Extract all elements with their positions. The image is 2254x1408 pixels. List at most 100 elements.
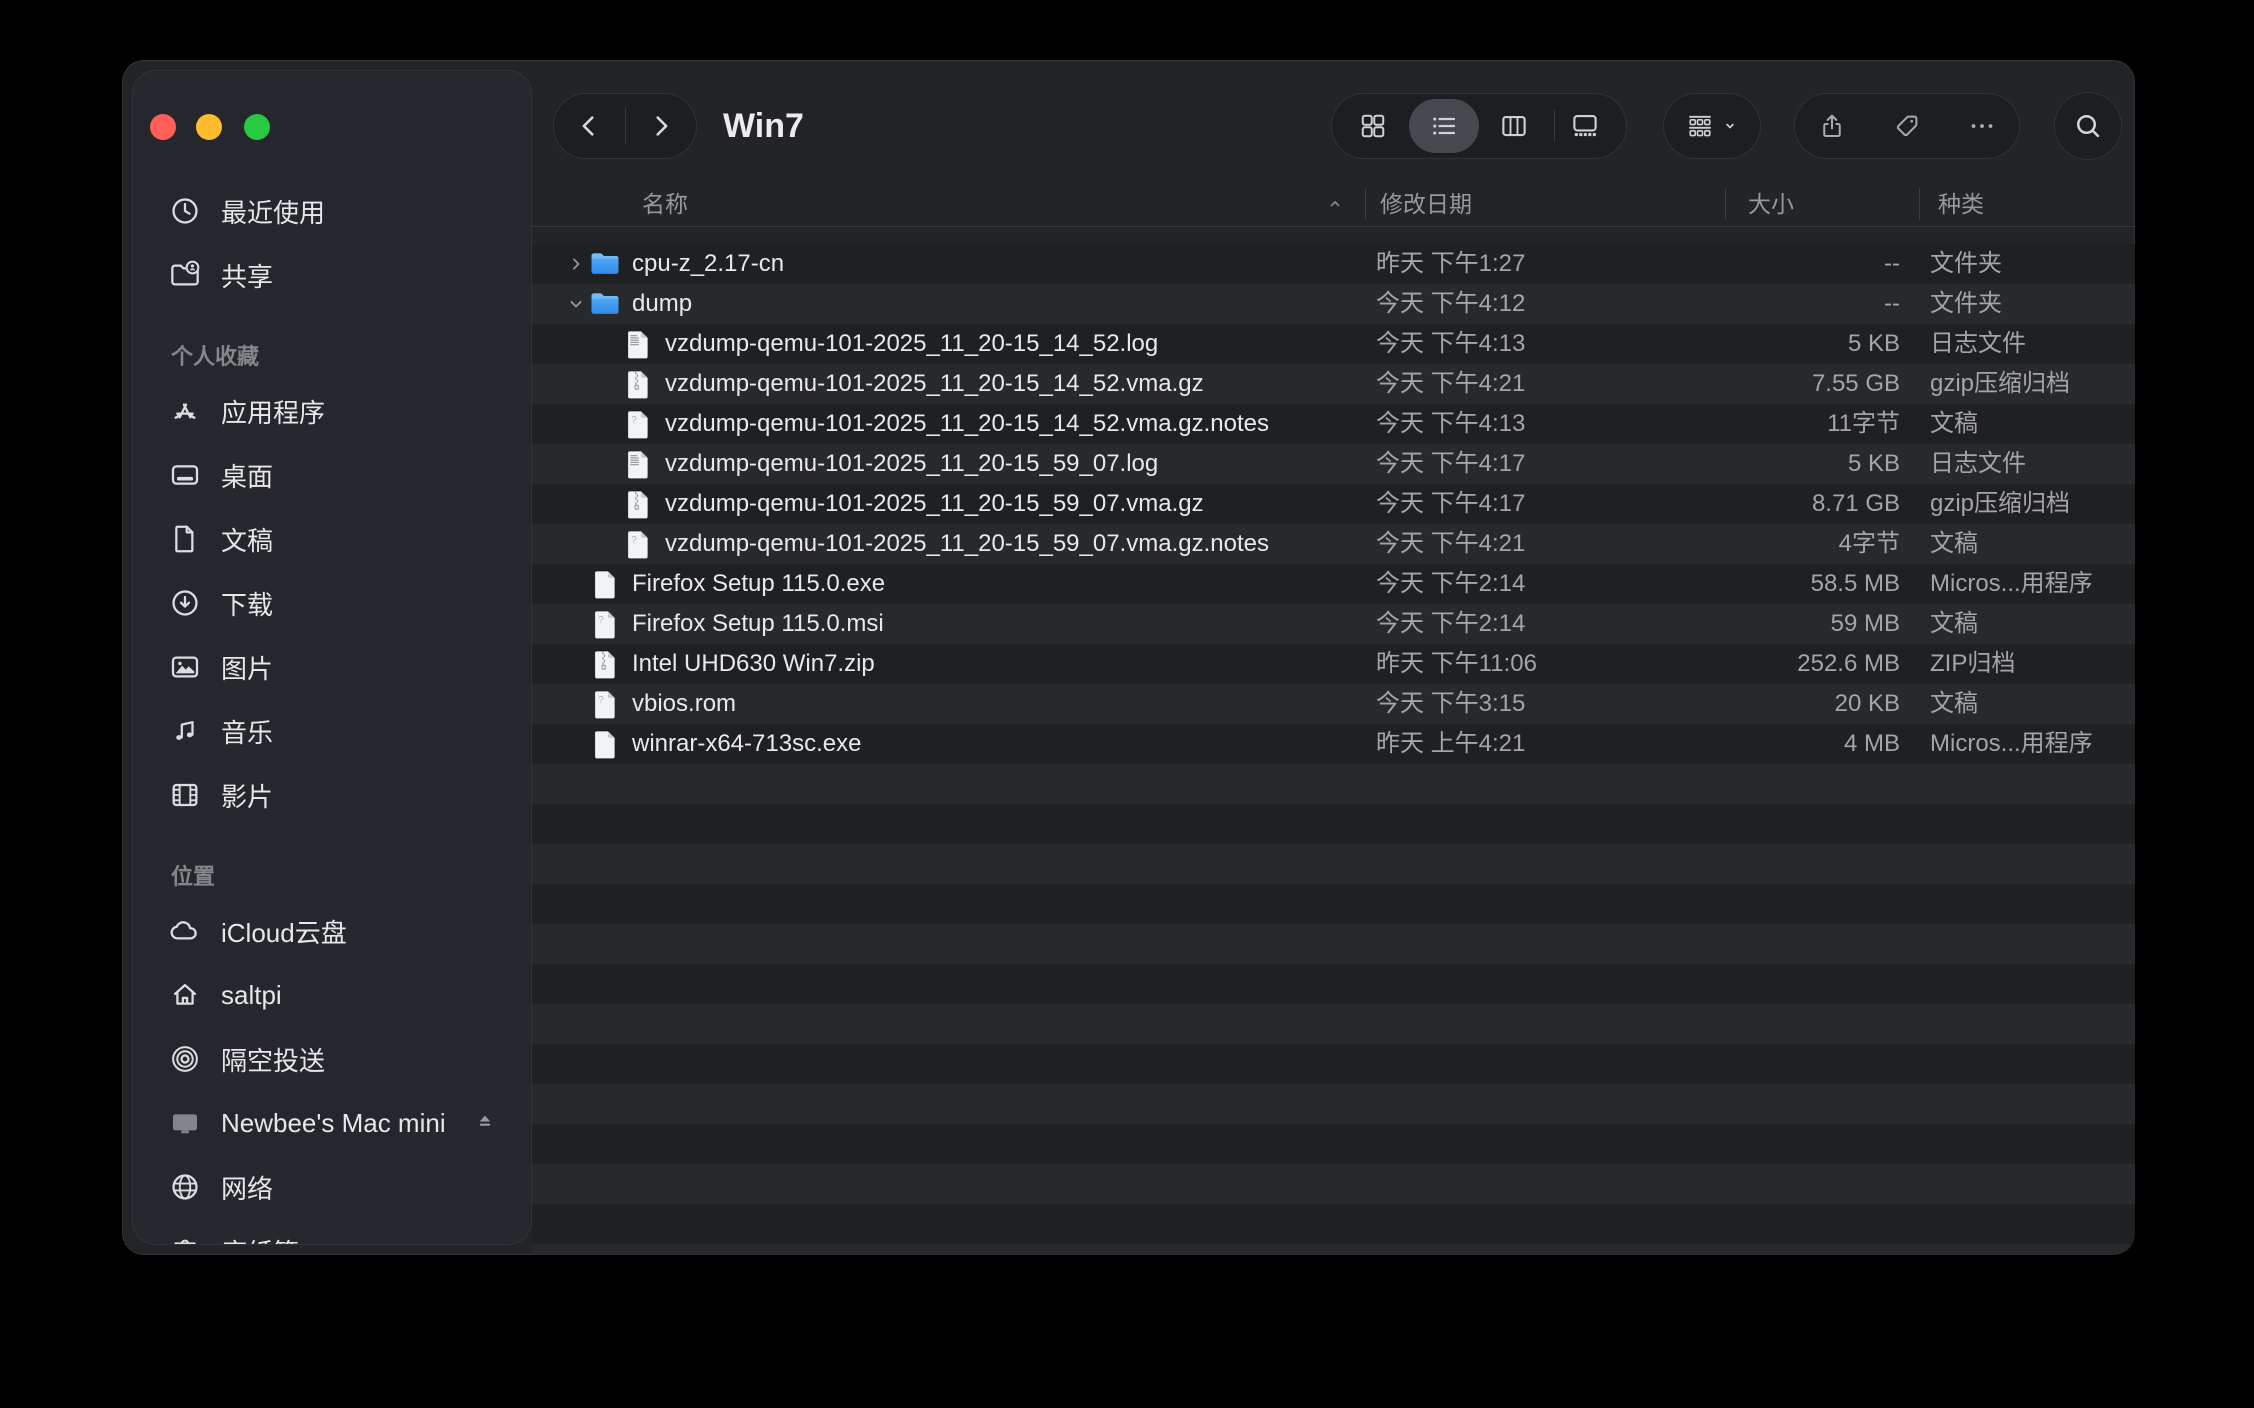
view-segment-grid-view[interactable] [1338,99,1408,153]
chevron-right-icon [647,112,675,140]
file-size: -- [1582,244,1900,284]
column-header-date[interactable]: 修改日期 [1380,182,1472,226]
doc-log-icon [623,449,653,479]
sidebar-item-label: iCloud云盘 [221,913,347,950]
column-header-kind[interactable]: 种类 [1938,182,1984,226]
file-size: 59 MB [1582,604,1900,644]
file-size: 7.55 GB [1582,364,1900,404]
column-header-size[interactable]: 大小 [1748,182,1794,226]
table-row[interactable]: dump今天 下午4:12--文件夹 [532,284,2135,324]
column-divider[interactable] [1365,188,1366,220]
date-modified: 今天 下午4:17 [1376,444,1525,484]
file-size: 8.71 GB [1582,484,1900,524]
name-cell: vzdump-qemu-101-2025_11_20-15_59_07.log [532,444,1158,484]
sidebar-item-label: 共享 [221,257,273,294]
sidebar-item-label: 最近使用 [221,193,325,230]
minimize-button[interactable] [196,114,222,140]
folder-icon [590,249,620,279]
eject-icon[interactable] [473,1111,497,1135]
trash-icon [165,1231,205,1245]
table-row[interactable]: vzdump-qemu-101-2025_11_20-15_59_07.log 今… [532,444,2135,484]
column-divider[interactable] [1725,188,1726,220]
actions-button-group [1794,93,2020,159]
file-size: 58.5 MB [1582,564,1900,604]
sidebar-item-film[interactable]: 影片 [133,763,531,827]
name-cell: ?Firefox Setup 115.0.msi [532,604,884,644]
sidebar-item-shared-folder[interactable]: 共享 [133,243,531,307]
doc-log-icon [623,329,653,359]
view-segment-list-view-selected[interactable] [1409,99,1479,153]
doc-generic-icon: ? [623,529,653,559]
search-button[interactable] [2054,92,2122,160]
sidebar-item-desktop[interactable]: 桌面 [133,443,531,507]
doc-icon [165,519,205,559]
file-size: 11字节 [1582,404,1900,444]
sidebar-item-clock[interactable]: 最近使用 [133,179,531,243]
sidebar-item-display[interactable]: Newbee's Mac mini [133,1091,531,1155]
share-button[interactable] [1817,111,1847,141]
table-row[interactable]: ?vzdump-qemu-101-2025_11_20-15_59_07.vma… [532,524,2135,564]
date-modified: 今天 下午4:21 [1376,364,1525,404]
date-modified: 昨天 下午11:06 [1376,644,1537,684]
table-row[interactable]: Intel UHD630 Win7.zip昨天 下午11:06252.6 MBZ… [532,644,2135,684]
sidebar-item-label: 图片 [221,649,273,686]
column-divider[interactable] [1919,188,1920,220]
tag-button[interactable] [1892,111,1922,141]
svg-text:?: ? [631,535,637,546]
sidebar-item-airdrop[interactable]: 隔空投送 [133,1027,531,1091]
table-row[interactable]: vzdump-qemu-101-2025_11_20-15_14_52.vma.… [532,364,2135,404]
view-segment-columns-view[interactable] [1479,99,1549,153]
sidebar-item-trash[interactable]: 废纸篓 [133,1219,531,1245]
group-icon [1685,111,1715,141]
forward-button[interactable] [626,94,697,158]
file-size: 5 KB [1582,444,1900,484]
sidebar-item-globe[interactable]: 网络 [133,1155,531,1219]
sidebar-item-download[interactable]: 下载 [133,571,531,635]
sidebar-item-cloud[interactable]: iCloud云盘 [133,899,531,963]
sidebar-item-appstore[interactable]: 应用程序 [133,379,531,443]
table-row[interactable]: cpu-z_2.17-cn昨天 下午1:27--文件夹 [532,244,2135,284]
sidebar-section-label: 个人收藏 [133,307,531,379]
sidebar-item-label: 影片 [221,777,273,814]
sort-ascending-icon [1324,182,1346,226]
desktop: 名称 修改日期 大小 种类 cpu-z_2.17-cn昨天 下午1:27--文件… [0,0,2254,1408]
file-kind: 文件夹 [1930,284,2002,324]
ellipsis-button[interactable] [1967,111,1997,141]
table-row[interactable]: ?vbios.rom今天 下午3:1520 KB文稿 [532,684,2135,724]
table-row[interactable]: Firefox Setup 115.0.exe今天 下午2:1458.5 MBM… [532,564,2135,604]
svg-text:?: ? [598,695,604,706]
view-switcher [1331,93,1627,159]
sidebar-item-label: saltpi [221,980,282,1011]
table-row[interactable]: ?vzdump-qemu-101-2025_11_20-15_14_52.vma… [532,404,2135,444]
film-icon [165,775,205,815]
disclosure-right-icon[interactable] [562,244,590,284]
file-kind: 日志文件 [1930,324,2026,364]
group-by-button[interactable] [1663,93,1761,159]
date-modified: 昨天 下午1:27 [1376,244,1525,284]
back-button[interactable] [554,94,625,158]
globe-icon [165,1167,205,1207]
sidebar-item-label: Newbee's Mac mini [221,1108,446,1139]
sidebar-item-music[interactable]: 音乐 [133,699,531,763]
table-row[interactable]: ?Firefox Setup 115.0.msi今天 下午2:1459 MB文稿 [532,604,2135,644]
table-row[interactable]: vzdump-qemu-101-2025_11_20-15_59_07.vma.… [532,484,2135,524]
view-segment-gallery-view[interactable] [1550,99,1620,153]
file-name: vzdump-qemu-101-2025_11_20-15_59_07.log [665,450,1158,478]
disclosure-down-icon[interactable] [562,284,590,324]
sidebar-item-doc[interactable]: 文稿 [133,507,531,571]
sidebar-item-photo[interactable]: 图片 [133,635,531,699]
close-button[interactable] [150,114,176,140]
file-name: Firefox Setup 115.0.msi [632,610,884,638]
file-size: 4字节 [1582,524,1900,564]
table-row[interactable]: vzdump-qemu-101-2025_11_20-15_14_52.log今… [532,324,2135,364]
file-name: vzdump-qemu-101-2025_11_20-15_14_52.vma.… [665,370,1204,398]
clock-icon [165,191,205,231]
file-kind: 文件夹 [1930,244,2002,284]
zoom-button[interactable] [244,114,270,140]
sidebar-item-home[interactable]: saltpi [133,963,531,1027]
list-view-icon [1429,111,1459,141]
table-row[interactable]: winrar-x64-713sc.exe昨天 上午4:214 MBMicros.… [532,724,2135,764]
column-header-name[interactable]: 名称 [642,182,688,226]
file-name: vzdump-qemu-101-2025_11_20-15_14_52.vma.… [665,410,1269,438]
name-cell: ?vbios.rom [532,684,736,724]
